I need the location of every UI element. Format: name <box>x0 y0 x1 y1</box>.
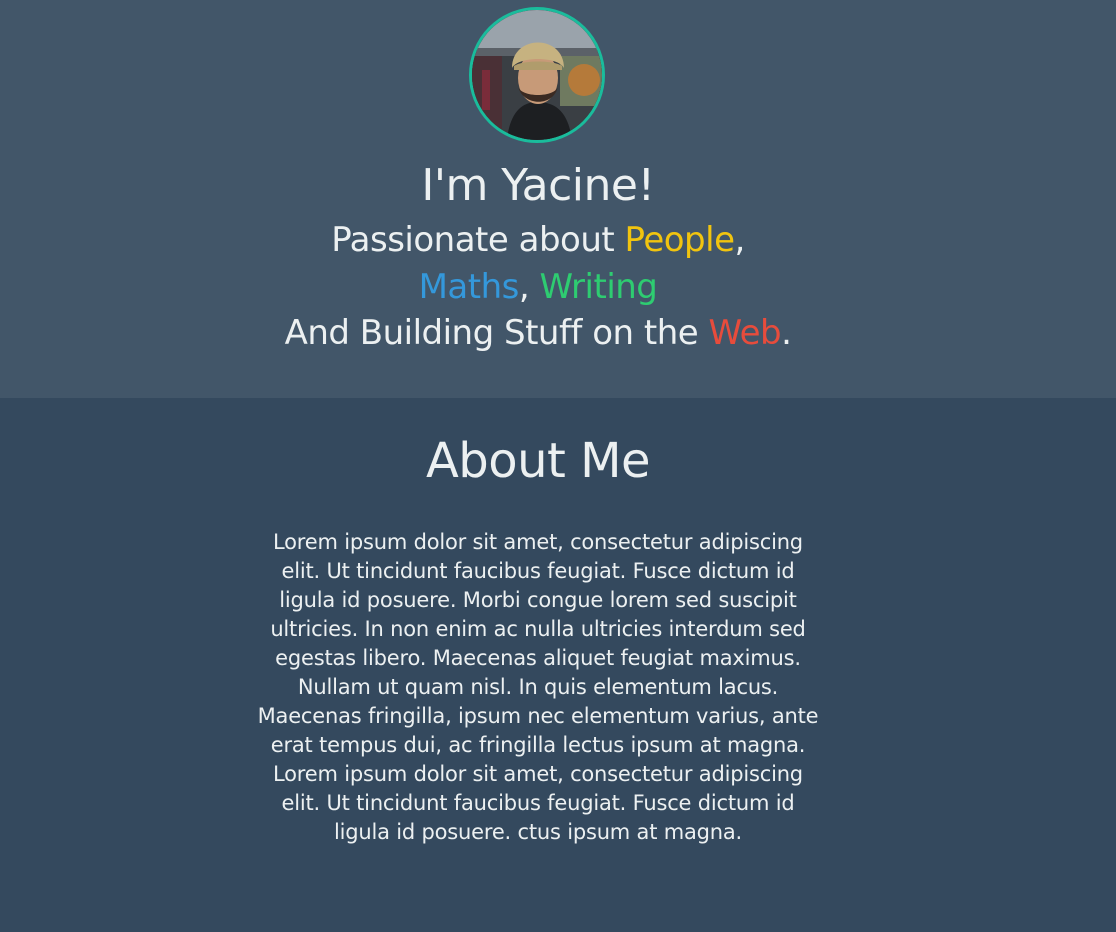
avatar <box>469 7 605 143</box>
tagline-punctuation: , <box>734 220 746 260</box>
highlight-writing: Writing <box>539 267 658 307</box>
about-paragraph: Lorem ipsum dolor sit amet, consectetur … <box>257 530 819 844</box>
tagline-text: And Building Stuff on the <box>284 313 709 353</box>
tagline-punctuation: . <box>781 313 792 353</box>
about-title: About Me <box>425 433 651 489</box>
highlight-people: People <box>624 220 735 260</box>
tagline-text: Passionate about <box>331 220 625 260</box>
about-section: About Me Lorem ipsum dolor sit amet, con… <box>0 398 1116 932</box>
tagline-line-3: And Building Stuff on the Web. <box>0 310 1076 356</box>
tagline-line-2: Maths, Writing <box>0 264 1076 310</box>
highlight-maths: Maths <box>418 267 520 307</box>
tagline-separator: , <box>518 267 540 307</box>
tagline-line-1: Passionate about People, <box>0 217 1076 263</box>
hero-section: I'm Yacine! Passionate about People, Mat… <box>0 0 1116 398</box>
profile-photo-icon <box>472 10 602 140</box>
highlight-web: Web <box>708 313 782 353</box>
hero-title: I'm Yacine! <box>421 160 655 211</box>
